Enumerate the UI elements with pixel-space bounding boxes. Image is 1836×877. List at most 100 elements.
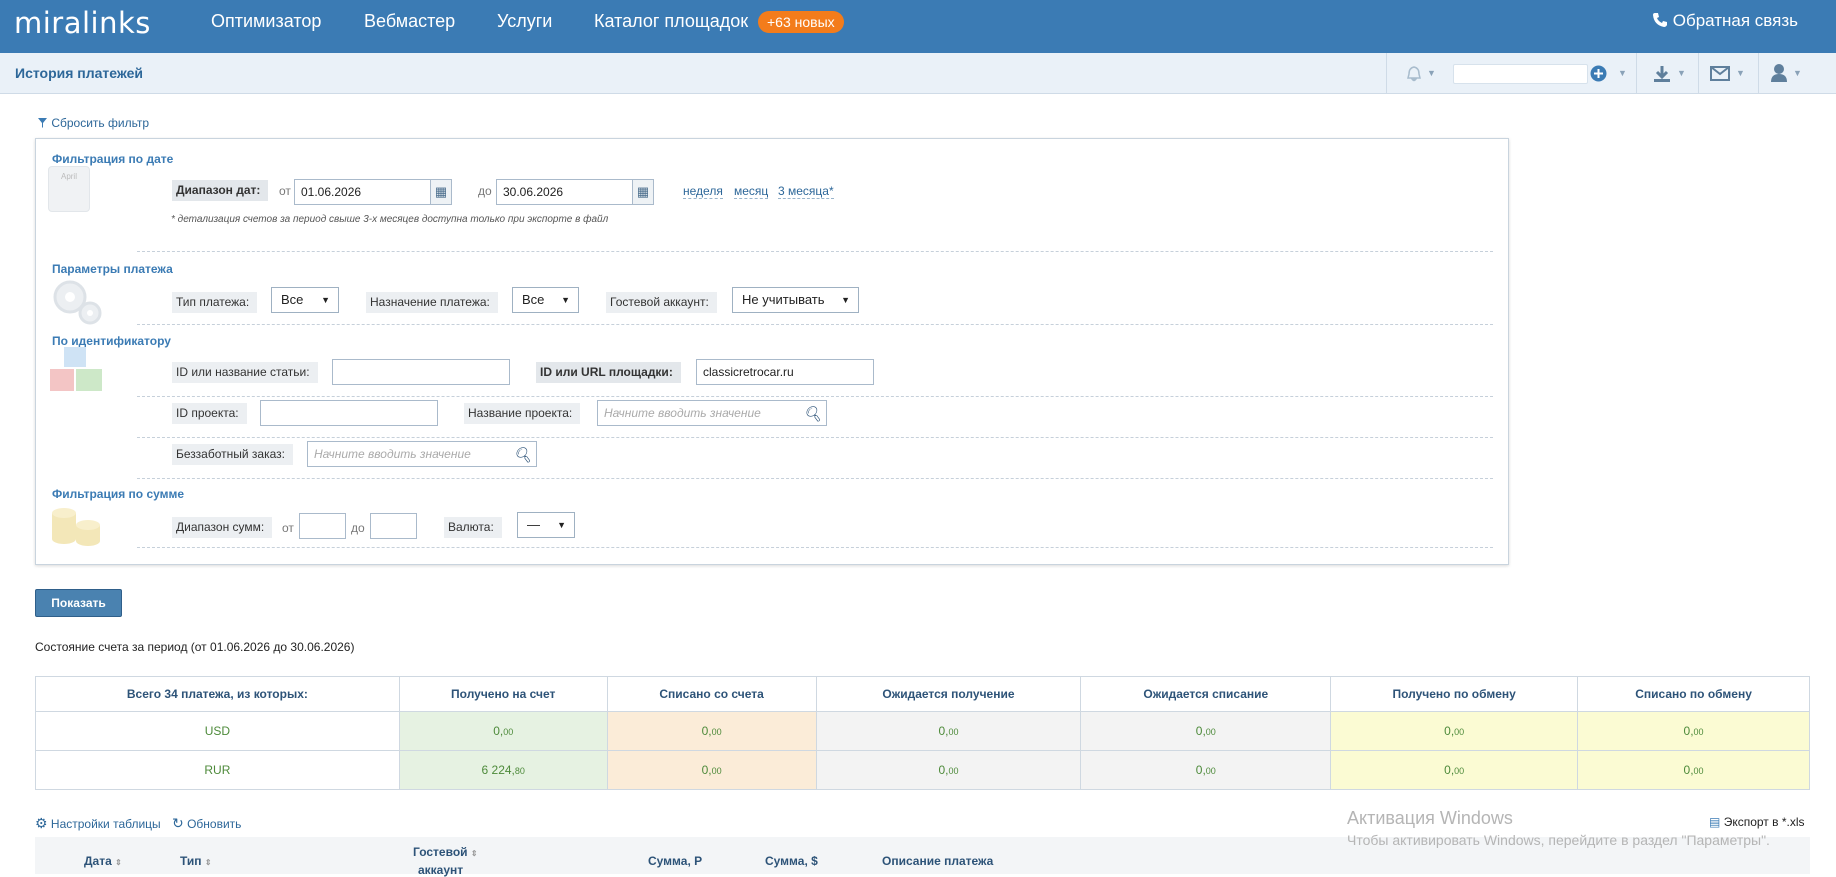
column-header-description[interactable]: Описание платежа [882, 854, 993, 868]
amount-dec: 00 [1693, 766, 1704, 776]
preset-week-link[interactable]: неделя [683, 184, 723, 199]
calendar-icon[interactable]: ▦ [632, 180, 653, 204]
reset-filter-link[interactable]: Сбросить фильтр [37, 116, 149, 130]
show-button[interactable]: Показать [35, 589, 122, 617]
sum-range-label: Диапазон сумм: [172, 517, 273, 538]
currency-cell: USD [35, 711, 400, 751]
date-to-input[interactable]: 30.06.2026 ▦ [496, 179, 654, 205]
guest-account-dropdown[interactable]: Не учитывать ▼ [732, 287, 859, 313]
page-header-bar: История платежей ▼ ▼ ▼ ▼ ▼ [0, 53, 1836, 94]
header-search-input[interactable] [1453, 64, 1588, 84]
date-from-input[interactable]: 01.06.2026 ▦ [294, 179, 452, 205]
calendar-illustration-icon: April [48, 166, 90, 212]
amount-cell: 0,00 [1577, 750, 1810, 790]
coins-illustration-icon [52, 508, 100, 546]
new-sites-badge[interactable]: +63 новых [758, 11, 844, 33]
gears-illustration-icon [53, 280, 102, 325]
date-range-label: Диапазон дат: [172, 180, 269, 201]
windows-activation-text: Чтобы активировать Windows, перейдите в … [1347, 832, 1770, 848]
amount-dec: 00 [1693, 727, 1704, 737]
project-id-input[interactable] [260, 400, 438, 426]
nav-services[interactable]: Услуги [497, 11, 552, 32]
chevron-down-icon: ▼ [1793, 68, 1802, 78]
chevron-down-icon: ▼ [1427, 68, 1436, 78]
column-header-guest[interactable]: Гостевой ⇕ [413, 845, 478, 859]
amount-cell: 0,00 [398, 711, 608, 751]
sum-from-input[interactable] [299, 513, 346, 539]
calendar-illustration-month: April [60, 172, 77, 181]
nav-site-catalog[interactable]: Каталог площадок [594, 11, 748, 32]
column-header-date-label: Дата [84, 854, 112, 868]
user-menu[interactable]: ▼ [1758, 53, 1813, 94]
feedback-link[interactable]: Обратная связь [1652, 11, 1798, 31]
date-from-label: от [279, 184, 291, 198]
miralinks-logo[interactable]: miralinks [14, 6, 151, 40]
summary-header-debited: Списано со счета [606, 676, 817, 712]
sum-to-input[interactable] [370, 513, 417, 539]
amount-int: 0, [1444, 724, 1455, 738]
chevron-down-icon[interactable]: ▼ [1618, 68, 1627, 78]
column-header-sum-rub[interactable]: Сумма, Р [648, 854, 702, 868]
table-settings-label: Настройки таблицы [50, 817, 161, 831]
sort-icon: ⇕ [204, 858, 212, 867]
project-id-label: ID проекта: [172, 403, 247, 424]
divider [137, 437, 1493, 438]
add-circle-icon[interactable] [1590, 65, 1607, 82]
excel-icon: ▤ [1709, 815, 1721, 829]
windows-activation-title: Активация Windows [1347, 808, 1513, 828]
bell-icon [1407, 66, 1421, 82]
reset-filter-label: Сбросить фильтр [51, 116, 150, 130]
column-header-type[interactable]: Тип ⇕ [180, 854, 212, 868]
amount-dec: 00 [1454, 766, 1465, 776]
summary-header-expected-debit: Ожидается списание [1080, 676, 1332, 712]
preset-month-link[interactable]: месяц [734, 184, 769, 199]
filter-panel: Фильтрация по дате April Диапазон дат: о… [35, 138, 1509, 565]
carefree-order-input[interactable]: Начните вводить значение 🔍︎ [307, 441, 537, 467]
chevron-down-icon: ▼ [321, 295, 330, 305]
column-header-sum-usd[interactable]: Сумма, $ [765, 854, 818, 868]
summary-header-total: Всего 34 платежа, из которых: [35, 676, 400, 712]
amount-int: 0, [1683, 763, 1694, 777]
currency-dropdown[interactable]: — ▼ [517, 512, 575, 538]
export-xls-link[interactable]: ▤ Экспорт в *.xls [1709, 815, 1805, 829]
divider [137, 251, 1493, 252]
amount-dec: 00 [503, 727, 514, 737]
search-icon[interactable]: 🔍︎ [803, 403, 822, 427]
refresh-link[interactable]: ↻ Обновить [172, 815, 241, 832]
amount-cell: 0,00 [1080, 711, 1332, 751]
nav-optimizer[interactable]: Оптимизатор [211, 11, 321, 32]
date-to-label: до [478, 184, 492, 198]
refresh-label: Обновить [187, 817, 242, 831]
payment-type-dropdown[interactable]: Все ▼ [271, 287, 339, 313]
search-icon[interactable]: 🔍︎ [513, 444, 532, 468]
sort-icon: ⇕ [470, 849, 478, 858]
column-header-date[interactable]: Дата ⇕ [84, 854, 122, 868]
table-settings-link[interactable]: ⚙ Настройки таблицы [35, 815, 161, 832]
article-id-input[interactable] [332, 359, 510, 385]
project-name-label: Название проекта: [464, 403, 581, 424]
account-status-text: Состояние счета за период (от 01.06.2026… [35, 640, 355, 654]
download-icon [1654, 66, 1670, 82]
preset-3-months-link[interactable]: 3 месяца* [778, 184, 834, 199]
carefree-order-label: Беззаботный заказ: [172, 444, 293, 465]
calendar-icon[interactable]: ▦ [430, 180, 451, 204]
chevron-down-icon: ▼ [1677, 68, 1686, 78]
messages-menu[interactable]: ▼ [1698, 53, 1758, 94]
date-to-value: 30.06.2026 [503, 185, 564, 199]
amount-cell: 0,00 [1330, 711, 1579, 751]
payment-purpose-dropdown[interactable]: Все ▼ [512, 287, 579, 313]
download-menu[interactable]: ▼ [1636, 53, 1698, 94]
sum-to-label: до [351, 521, 365, 535]
sort-icon: ⇕ [115, 858, 122, 867]
project-name-input[interactable]: Начните вводить значение 🔍︎ [597, 400, 827, 426]
site-id-input[interactable]: classicretrocar.ru [696, 359, 874, 385]
summary-header-received: Получено на счет [398, 676, 608, 712]
summary-header-exchange-debited: Списано по обмену [1577, 676, 1810, 712]
notifications-menu[interactable]: ▼ [1386, 53, 1442, 94]
nav-webmaster[interactable]: Вебмастер [364, 11, 455, 32]
cubes-illustration-icon [50, 347, 102, 391]
user-icon [1771, 64, 1787, 82]
column-header-type-label: Тип [180, 854, 202, 868]
summary-header-expected-receipt: Ожидается получение [815, 676, 1082, 712]
article-id-label: ID или название статьи: [172, 362, 318, 383]
